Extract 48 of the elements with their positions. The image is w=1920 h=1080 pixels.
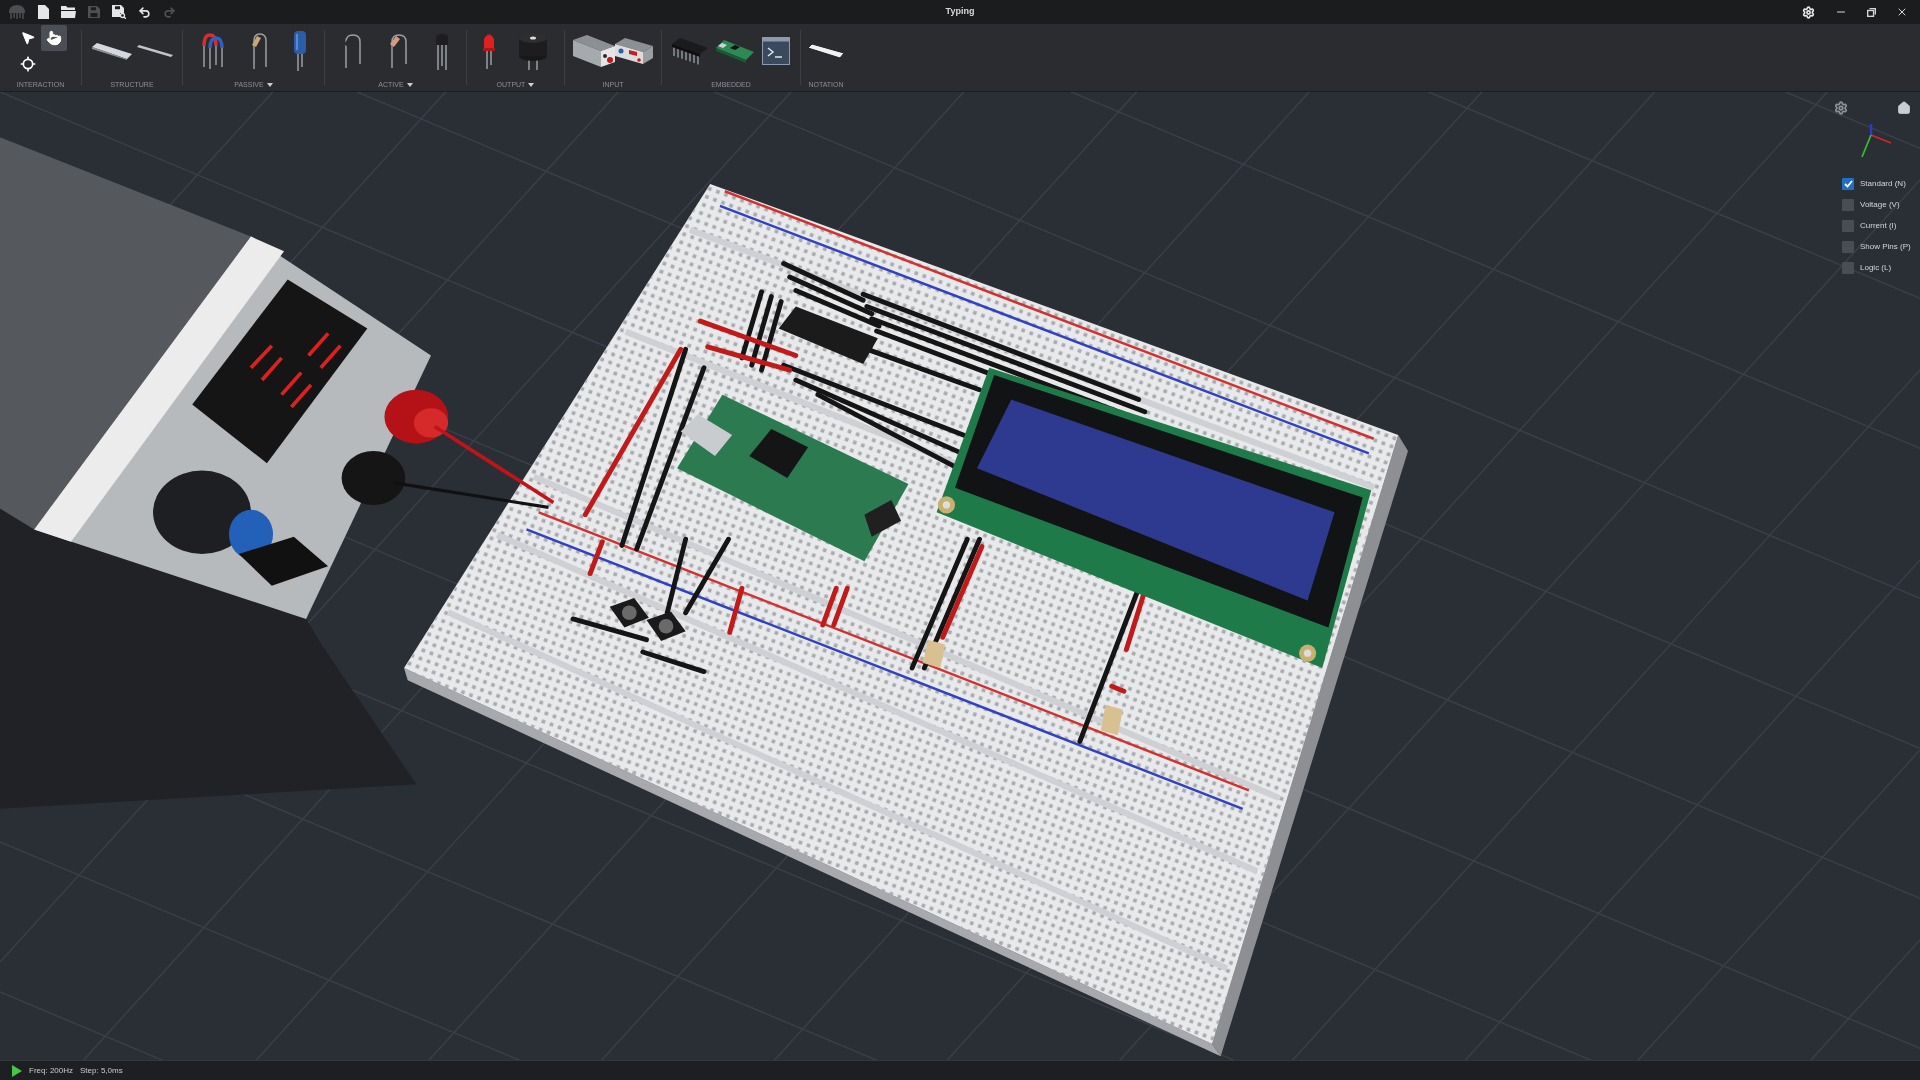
resistor — [923, 639, 946, 668]
breadboard-strip-icon[interactable] — [91, 42, 132, 60]
label-tag-icon[interactable] — [807, 43, 845, 59]
ic-chip-icon[interactable] — [672, 36, 708, 66]
close-icon[interactable] — [1896, 6, 1908, 18]
floppy-magnifier-icon[interactable] — [112, 5, 126, 19]
home-icon[interactable] — [1897, 101, 1911, 115]
bench-supply-icon[interactable] — [615, 38, 653, 64]
checkbox-label: Current (I) — [1860, 220, 1897, 231]
caret-icon[interactable] — [528, 82, 535, 87]
undo-icon[interactable] — [138, 5, 151, 19]
frequency-readout: Freq: 200Hz — [29, 1064, 74, 1077]
power-supply-icon[interactable] — [573, 35, 615, 67]
caret-icon[interactable] — [266, 82, 273, 87]
checkbox-label: Standard (N) — [1860, 178, 1906, 189]
checkbox-label: Voltage (V) — [1860, 199, 1900, 210]
axes-icon — [1860, 123, 1892, 158]
crosshair-icon[interactable] — [19, 56, 36, 72]
window-title: Typing — [945, 5, 975, 19]
resistor-icon[interactable] — [250, 33, 269, 69]
diode-icon[interactable] — [342, 34, 363, 68]
restore-icon[interactable] — [1867, 7, 1876, 17]
new-file-icon[interactable] — [38, 5, 49, 19]
rail-strip-icon[interactable] — [136, 45, 173, 57]
jumper-wire — [820, 585, 839, 628]
dome-logo-icon — [8, 5, 26, 19]
glass-diode-icon[interactable] — [388, 34, 409, 68]
tact-module — [609, 598, 649, 628]
step-readout: Step: 5,0ms — [80, 1064, 123, 1077]
tact-module — [646, 611, 686, 641]
open-folder-icon[interactable] — [61, 6, 76, 18]
checkbox-label: Logic (L) — [1860, 262, 1892, 273]
checkbox-label: Show Pins (P) — [1860, 241, 1911, 252]
caret-icon[interactable] — [406, 82, 413, 87]
jumper-wire — [640, 649, 707, 675]
transistor-icon[interactable] — [434, 32, 449, 70]
jumper-wire-icon[interactable] — [200, 33, 227, 69]
jumper-wire — [831, 585, 850, 628]
checkmark-icon — [1843, 179, 1853, 188]
hand-icon[interactable] — [40, 25, 67, 51]
terminal-icon[interactable] — [762, 37, 790, 65]
jumper-wire — [587, 539, 605, 576]
led-icon[interactable] — [483, 33, 495, 69]
capacitor-icon[interactable] — [292, 31, 307, 71]
resistor — [1100, 704, 1123, 736]
cursor-icon[interactable] — [19, 30, 36, 46]
microcontroller-board-icon[interactable] — [716, 38, 754, 64]
play-icon[interactable] — [12, 1064, 22, 1077]
